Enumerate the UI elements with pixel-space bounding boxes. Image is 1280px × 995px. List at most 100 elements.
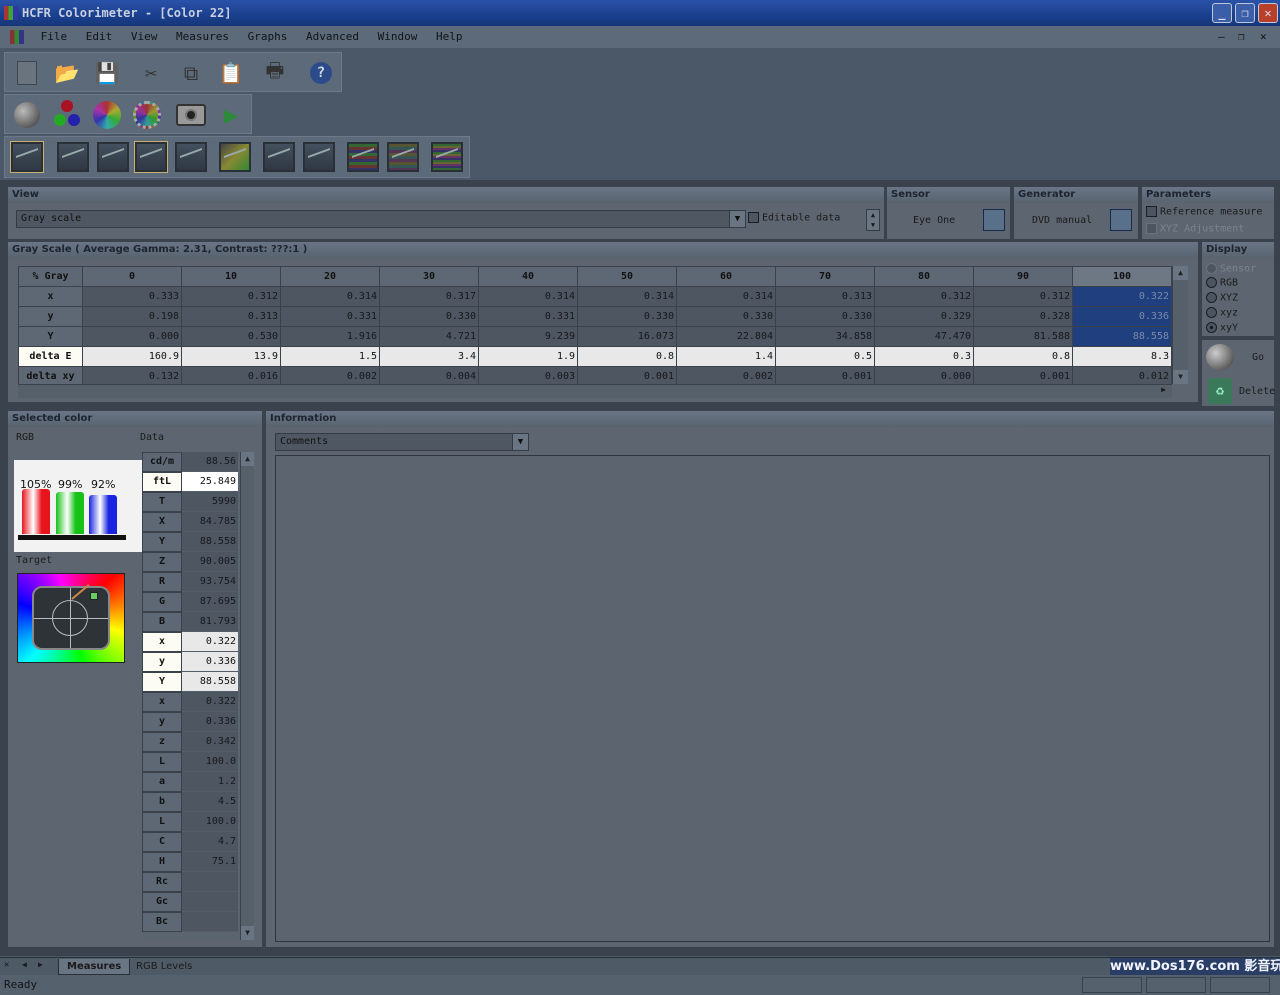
- table-cell[interactable]: 8.3: [1072, 346, 1172, 367]
- data-list-scrollbar[interactable]: ▲ ▼: [240, 452, 254, 940]
- table-cell[interactable]: 13.9: [181, 346, 281, 367]
- table-cell[interactable]: 0.000: [82, 326, 182, 347]
- copy-icon[interactable]: ⧉: [175, 57, 207, 89]
- table-cell[interactable]: 1.5: [280, 346, 380, 367]
- table-cell[interactable]: 0.003: [478, 366, 578, 384]
- table-cell[interactable]: 0.328: [973, 306, 1073, 327]
- graph-color-temp-icon[interactable]: [175, 141, 207, 173]
- table-cell[interactable]: 0.012: [1072, 366, 1172, 384]
- table-cell[interactable]: 0.001: [775, 366, 875, 384]
- graph-near-black-icon[interactable]: [431, 141, 463, 173]
- table-cell[interactable]: 0.002: [280, 366, 380, 384]
- table-cell[interactable]: 34.858: [775, 326, 875, 347]
- col-header[interactable]: 80: [874, 266, 974, 287]
- table-cell[interactable]: 0.5: [775, 346, 875, 367]
- menu-advanced[interactable]: Advanced: [300, 26, 365, 48]
- table-cell[interactable]: 0.314: [577, 286, 677, 307]
- table-cell[interactable]: 0.314: [280, 286, 380, 307]
- display-option-xyz-lower[interactable]: xyz: [1206, 307, 1238, 319]
- graph-saturation-icon[interactable]: [303, 141, 335, 173]
- table-cell[interactable]: 4.721: [379, 326, 479, 347]
- paste-icon[interactable]: 📋: [215, 57, 247, 89]
- graph-sat-shift-icon[interactable]: [387, 141, 419, 173]
- chevron-down-icon[interactable]: ▼: [512, 434, 528, 450]
- table-cell[interactable]: 0.330: [577, 306, 677, 327]
- col-header[interactable]: 60: [676, 266, 776, 287]
- radio-button[interactable]: [1206, 307, 1217, 318]
- table-cell-selected[interactable]: 0.322: [1072, 286, 1172, 307]
- table-cell-selected[interactable]: 0.336: [1072, 306, 1172, 327]
- graph-gamma-icon[interactable]: [57, 141, 89, 173]
- table-cell-selected[interactable]: 88.558: [1072, 326, 1172, 347]
- table-cell[interactable]: 3.4: [379, 346, 479, 367]
- radio-button-selected[interactable]: [1206, 322, 1217, 333]
- table-cell[interactable]: 47.470: [874, 326, 974, 347]
- table-cell[interactable]: 0.314: [676, 286, 776, 307]
- table-cell[interactable]: 0.000: [874, 366, 974, 384]
- menu-window[interactable]: Window: [372, 26, 424, 48]
- menu-view[interactable]: View: [125, 26, 164, 48]
- col-header[interactable]: 10: [181, 266, 281, 287]
- secondaries-measure-icon[interactable]: [91, 99, 123, 131]
- table-cell[interactable]: 0.331: [478, 306, 578, 327]
- cut-icon[interactable]: ✂: [135, 57, 167, 89]
- table-cell[interactable]: 0.313: [775, 286, 875, 307]
- scroll-down-icon[interactable]: ▼: [241, 926, 254, 940]
- maximize-button[interactable]: ❐: [1235, 3, 1255, 23]
- play-icon[interactable]: ▶: [215, 99, 247, 131]
- table-cell[interactable]: 16.073: [577, 326, 677, 347]
- tab-measures[interactable]: Measures: [58, 959, 131, 975]
- minimize-button[interactable]: _: [1212, 3, 1232, 23]
- table-cell[interactable]: 81.588: [973, 326, 1073, 347]
- table-cell[interactable]: 0.132: [82, 366, 182, 384]
- table-cell[interactable]: 22.804: [676, 326, 776, 347]
- table-cell[interactable]: 0.8: [973, 346, 1073, 367]
- menu-graphs[interactable]: Graphs: [242, 26, 294, 48]
- chevron-down-icon[interactable]: ▼: [729, 211, 745, 227]
- menu-edit[interactable]: Edit: [80, 26, 119, 48]
- table-cell[interactable]: 0.016: [181, 366, 281, 384]
- table-cell[interactable]: 9.239: [478, 326, 578, 347]
- sensor-config-icon[interactable]: [983, 209, 1005, 231]
- radio-button[interactable]: [1206, 277, 1217, 288]
- close-button[interactable]: ✕: [1258, 3, 1278, 23]
- col-header[interactable]: 70: [775, 266, 875, 287]
- tab-prev-icon[interactable]: ◀: [22, 960, 27, 969]
- open-icon[interactable]: 📂: [51, 57, 83, 89]
- col-header[interactable]: 40: [478, 266, 578, 287]
- table-cell[interactable]: 0.198: [82, 306, 182, 327]
- tab-next-icon[interactable]: ▶: [38, 960, 43, 969]
- col-header[interactable]: 30: [379, 266, 479, 287]
- grid-vertical-scrollbar[interactable]: ▲ ▼: [1172, 266, 1188, 384]
- table-cell[interactable]: 0.530: [181, 326, 281, 347]
- table-cell[interactable]: 0.002: [676, 366, 776, 384]
- view-select[interactable]: Gray scale ▼: [16, 210, 746, 228]
- table-cell[interactable]: 0.001: [577, 366, 677, 384]
- graph-rgb-histo-icon[interactable]: [134, 141, 168, 173]
- help-icon[interactable]: ?: [305, 57, 337, 89]
- table-cell[interactable]: 0.312: [181, 286, 281, 307]
- camera-icon[interactable]: [175, 99, 207, 131]
- table-cell[interactable]: 0.331: [280, 306, 380, 327]
- tab-rgb-levels[interactable]: RGB Levels: [128, 959, 200, 975]
- table-cell[interactable]: 1.916: [280, 326, 380, 347]
- information-select[interactable]: Comments ▼: [275, 433, 529, 451]
- display-option-xyz-upper[interactable]: XYZ: [1206, 292, 1238, 304]
- reference-measure-checkbox[interactable]: Reference measure: [1146, 206, 1262, 218]
- all-colors-measure-icon[interactable]: [131, 99, 163, 131]
- delete-button[interactable]: ♻ Delete: [1204, 376, 1275, 406]
- scroll-down-icon[interactable]: ▼: [1173, 370, 1188, 384]
- display-option-rgb[interactable]: RGB: [1206, 277, 1238, 289]
- col-header[interactable]: 100: [1072, 266, 1172, 287]
- table-cell[interactable]: 0.330: [775, 306, 875, 327]
- table-cell[interactable]: 0.004: [379, 366, 479, 384]
- save-icon[interactable]: 💾: [91, 57, 123, 89]
- graph-ire-icon[interactable]: [97, 141, 129, 173]
- table-cell[interactable]: 0.317: [379, 286, 479, 307]
- comments-textarea[interactable]: [275, 455, 1270, 942]
- col-header[interactable]: 20: [280, 266, 380, 287]
- table-cell[interactable]: 0.330: [676, 306, 776, 327]
- new-icon[interactable]: [11, 57, 43, 89]
- row-header[interactable]: delta xy: [18, 366, 83, 384]
- editable-data-checkbox[interactable]: Editable data: [748, 212, 840, 224]
